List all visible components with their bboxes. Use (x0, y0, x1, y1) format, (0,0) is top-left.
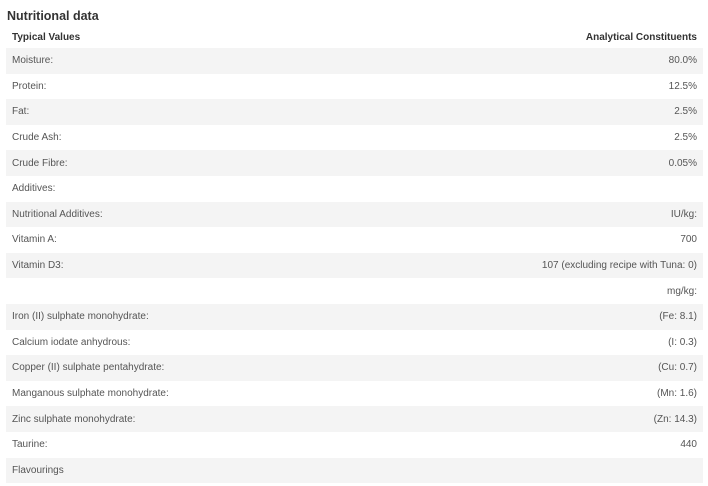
header-typical-values: Typical Values (12, 32, 81, 43)
row-value: 80.0% (354, 48, 703, 74)
row-value (354, 175, 703, 202)
table-row: Vitamin A: 700 (6, 227, 703, 253)
row-value: (Fe: 8.1) (354, 303, 703, 330)
table-row: Iron (II) sulphate monohydrate: (Fe: 8.1… (6, 303, 703, 330)
row-label: Calcium iodate anhydrous: (6, 329, 355, 356)
table-row: Manganous sulphate monohydrate: (Mn: 1.6… (6, 380, 703, 407)
row-value: 700 (354, 227, 703, 253)
table-header-row: Typical Values Analytical Constituents (6, 27, 703, 48)
table-row: Crude Fibre: 0.05% (6, 150, 703, 176)
row-label: Moisture: (6, 48, 355, 74)
row-value: (Mn: 1.6) (354, 380, 703, 407)
header-analytical-constituents: Analytical Constituents (585, 32, 697, 43)
row-label: Copper (II) sulphate pentahydrate: (6, 355, 355, 381)
row-value: (Zn: 14.3) (354, 406, 703, 432)
table-row: Moisture: 80.0% (6, 48, 703, 74)
row-label: Crude Ash: (6, 124, 355, 151)
table-row: Fat: 2.5% (6, 99, 703, 125)
row-label: Zinc sulphate monohydrate: (6, 406, 355, 432)
row-value: IU/kg: (354, 201, 703, 228)
row-value: 440 (354, 431, 703, 458)
row-value: 2.5% (354, 124, 703, 151)
table-row: Crude Ash: 2.5% (6, 124, 703, 151)
row-value: 2.5% (354, 99, 703, 125)
row-label: Nutritional Additives: (6, 201, 355, 228)
row-value: (Cu: 0.7) (354, 355, 703, 381)
table-row: Flavourings (6, 457, 703, 484)
row-label: Flavourings (6, 457, 355, 484)
row-label: Vitamin D3: (6, 252, 355, 279)
table-row: mg/kg: (6, 278, 703, 304)
row-value: 0.05% (354, 150, 703, 176)
row-label: Taurine: (6, 431, 355, 458)
table-row: Taurine: 440 (6, 431, 703, 458)
row-value: mg/kg: (354, 278, 703, 304)
nutrition-table: Typical Values Analytical Constituents M… (6, 27, 703, 484)
section-title: Nutritional data (7, 9, 99, 23)
table-row: Additives: (6, 175, 703, 202)
table-row: Nutritional Additives: IU/kg: (6, 201, 703, 228)
row-label (6, 278, 355, 304)
row-value (354, 457, 703, 484)
table-row: Vitamin D3: 107 (excluding recipe with T… (6, 252, 703, 279)
row-value: 107 (excluding recipe with Tuna: 0) (354, 252, 703, 279)
row-label: Crude Fibre: (6, 150, 355, 176)
row-value: (I: 0.3) (354, 329, 703, 356)
table-row: Protein: 12.5% (6, 73, 703, 100)
row-label: Additives: (6, 175, 355, 202)
row-label: Fat: (6, 99, 355, 125)
row-label: Vitamin A: (6, 227, 355, 253)
row-label: Iron (II) sulphate monohydrate: (6, 303, 355, 330)
row-label: Manganous sulphate monohydrate: (6, 380, 355, 407)
table-row: Calcium iodate anhydrous: (I: 0.3) (6, 329, 703, 356)
row-label: Protein: (6, 73, 355, 100)
table-row: Copper (II) sulphate pentahydrate: (Cu: … (6, 355, 703, 381)
nutritional-data-section: Nutritional data Typical Values Analytic… (0, 0, 708, 484)
row-value: 12.5% (354, 73, 703, 100)
table-row: Zinc sulphate monohydrate: (Zn: 14.3) (6, 406, 703, 432)
